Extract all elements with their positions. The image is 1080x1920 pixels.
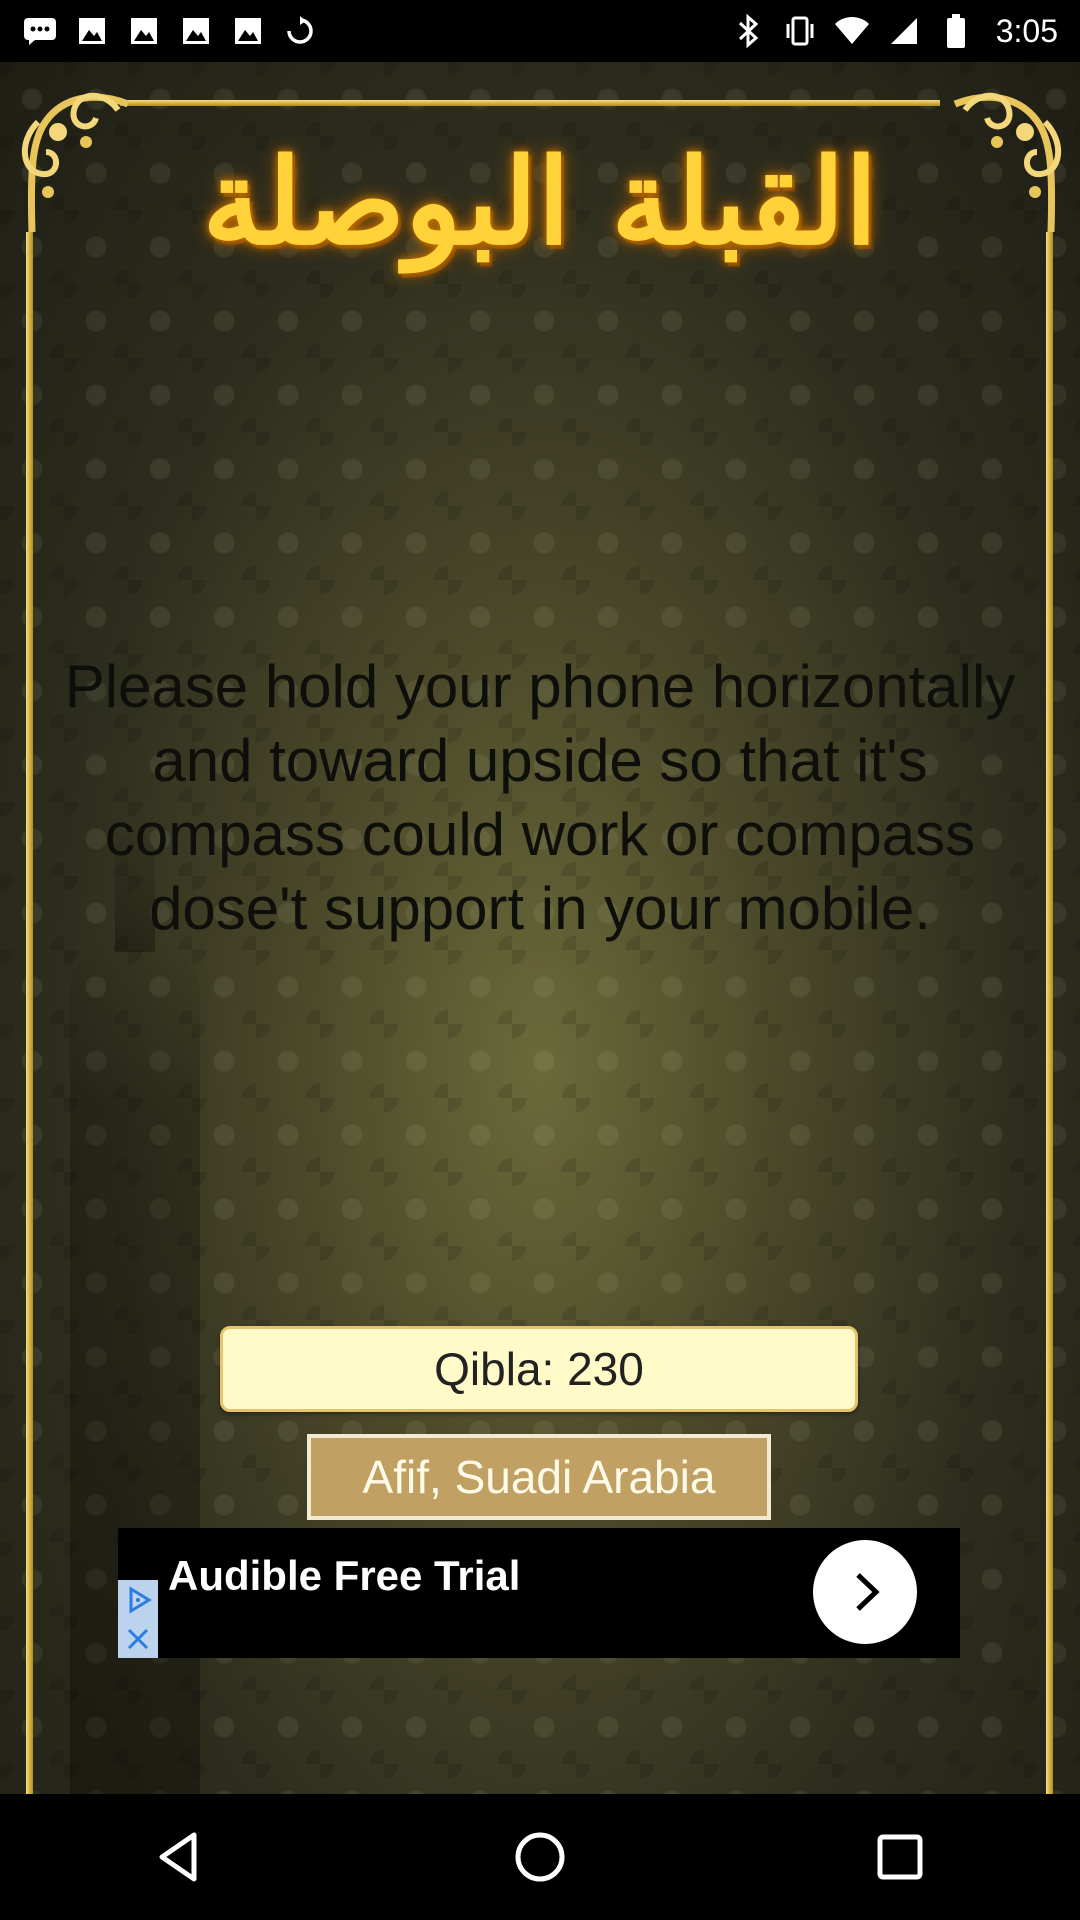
minaret-silhouette — [70, 832, 200, 1794]
photo-icon — [178, 13, 214, 49]
signal-icon — [886, 13, 922, 49]
ad-banner[interactable]: Audible Free Trial — [118, 1528, 960, 1658]
photo-icon — [230, 13, 266, 49]
frame-right-border — [1046, 232, 1053, 1794]
qibla-compass-screen: القبلة البوصلة Please hold your phone ho… — [0, 62, 1080, 1794]
home-icon[interactable] — [480, 1797, 600, 1917]
recents-icon[interactable] — [840, 1797, 960, 1917]
photo-icon — [126, 13, 162, 49]
app-title: القبلة البوصلة — [202, 132, 878, 271]
message-icon — [22, 13, 58, 49]
frame-top-border — [120, 100, 940, 106]
close-icon[interactable] — [118, 1620, 158, 1658]
status-bar: 3:05 — [0, 0, 1080, 62]
chevron-right-icon[interactable] — [813, 1540, 917, 1644]
adchoices-icon[interactable] — [118, 1580, 158, 1620]
frame-left-border — [26, 232, 33, 1794]
back-icon[interactable] — [120, 1797, 240, 1917]
compass-instruction-message: Please hold your phone horizontally and … — [64, 653, 1016, 942]
sync-icon — [282, 13, 318, 49]
wifi-icon — [834, 13, 870, 49]
system-icons: 3:05 — [730, 13, 1058, 50]
photo-icon — [74, 13, 110, 49]
bluetooth-icon — [730, 13, 766, 49]
navigation-bar — [0, 1794, 1080, 1920]
vibrate-icon — [782, 13, 818, 49]
clock: 3:05 — [995, 12, 1058, 49]
notification-icons — [22, 13, 318, 49]
ad-title[interactable]: Audible Free Trial — [168, 1552, 520, 1600]
battery-icon — [938, 13, 974, 49]
qibla-direction-label: Qibla: 230 — [220, 1326, 858, 1412]
corner-ornament-left — [21, 92, 130, 232]
location-button[interactable]: Afif, Suadi Arabia — [307, 1434, 771, 1520]
corner-ornament-right — [953, 92, 1062, 232]
